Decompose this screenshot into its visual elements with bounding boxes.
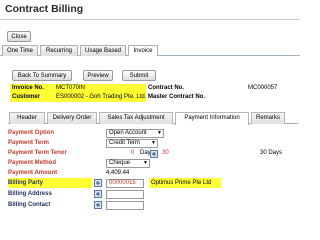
billing-party-lookup-icon[interactable] [94, 179, 102, 187]
tab-one-time[interactable]: One Time [2, 45, 38, 56]
billing-address-lookup-icon[interactable] [94, 190, 102, 198]
billing-address-label: Billing Address [8, 191, 52, 197]
payment-term-select[interactable]: Credit Term ▼ [106, 139, 158, 148]
tab-usage-based[interactable]: Usage Based [80, 45, 126, 56]
title-divider [0, 19, 300, 20]
tenor-zero-value: 0 [131, 150, 135, 156]
subtab-header[interactable]: Header [9, 112, 45, 124]
chevron-down-icon: ▼ [157, 130, 162, 136]
billing-address-field[interactable] [106, 190, 144, 199]
back-to-summary-button[interactable]: Back To Summary [12, 70, 72, 81]
invoice-info-row: Invoice No. MCT070IN Contract No. MC0000… [10, 84, 296, 93]
subtab-sales-tax-adjustment[interactable]: Sales Tax Adjustment [99, 112, 173, 124]
customer-info-row: Customer ES000002 - Goh Trading Pte. Ltd… [10, 93, 296, 102]
payment-term-value: Credit Term [109, 140, 140, 146]
contract-no-label: Contract No. [148, 85, 184, 91]
billing-party-name: Optimus Prime Pte Ltd [151, 180, 212, 186]
billing-contact-label: Billing Contact [8, 202, 51, 208]
subtab-remarks[interactable]: Remarks [251, 112, 285, 124]
billing-party-label: Billing Party [8, 180, 44, 186]
customer-label: Customer [12, 94, 41, 100]
payment-option-label: Payment Option [8, 130, 55, 136]
payment-method-select[interactable]: Cheque ▼ [106, 159, 150, 168]
lookup-icon[interactable] [150, 150, 158, 158]
payment-method-value: Cheque [109, 160, 131, 166]
submit-button[interactable]: Submit [122, 70, 156, 81]
payment-term-tenor-label: Payment Term Tenor [8, 150, 67, 156]
tenor-value: 30 [162, 150, 169, 156]
master-contract-label: Master Contract No. [148, 94, 206, 100]
payment-option-select[interactable]: Open Account ▼ [106, 129, 164, 138]
payment-amount-value: 4,409.44 [106, 170, 130, 176]
close-button[interactable]: Close [7, 31, 31, 42]
invoice-no-value: MCT070IN [56, 85, 86, 91]
preview-button[interactable]: Preview [83, 70, 113, 81]
payment-amount-label: Payment Amount [8, 170, 58, 176]
tab-recurring[interactable]: Recurring [40, 45, 78, 56]
payment-term-label: Payment Term [8, 140, 49, 146]
billing-contact-lookup-icon[interactable] [94, 201, 102, 209]
page-title: Contract Billing [5, 3, 84, 15]
chevron-down-icon: ▼ [151, 140, 156, 146]
subtab-payment-information[interactable]: Payment Information [175, 112, 249, 125]
invoice-no-label: Invoice No. [12, 85, 45, 91]
billing-party-code-field[interactable]: 00000015 [106, 179, 144, 188]
tenor-right-value: 30 Days [260, 150, 283, 156]
chevron-down-icon: ▼ [143, 160, 148, 166]
contract-no-value: MC000057 [248, 85, 278, 91]
billing-contact-field[interactable] [106, 201, 144, 210]
customer-value: ES000002 - Goh Trading Pte. Ltd. [56, 94, 147, 100]
subtab-delivery-order[interactable]: Delivery Order [47, 112, 97, 124]
payment-method-label: Payment Method [8, 160, 57, 166]
payment-option-value: Open Account [109, 130, 147, 136]
